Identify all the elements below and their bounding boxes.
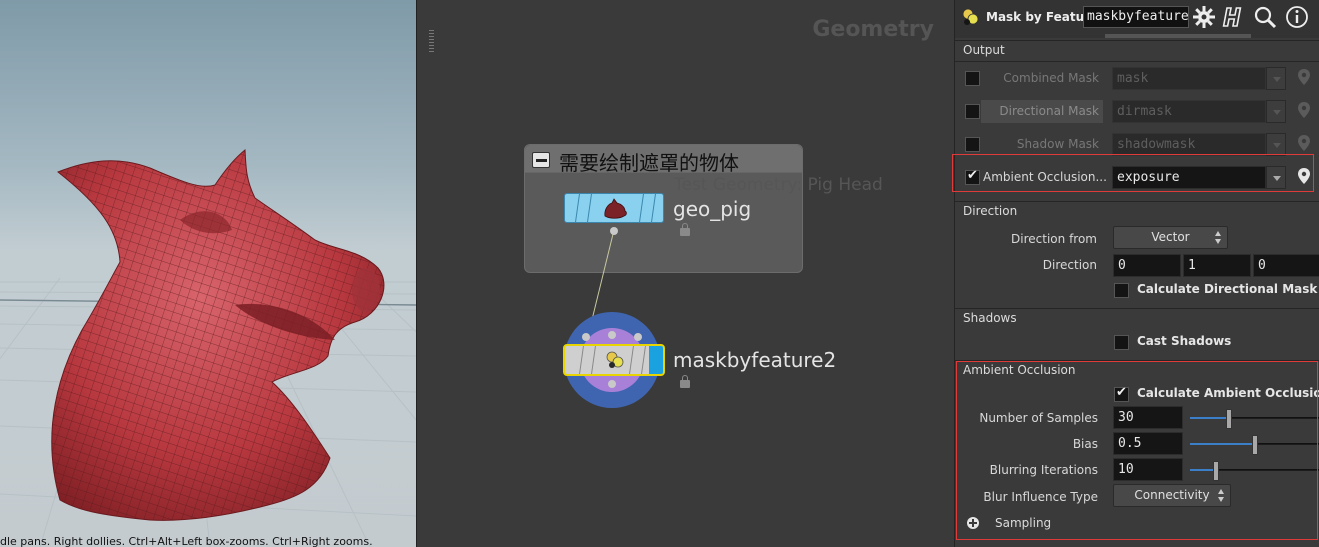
- calculate-directional-mask-label: Calculate Directional Mask: [1137, 282, 1318, 296]
- network-box-label: 需要绘制遮罩的物体: [559, 151, 739, 175]
- search-icon[interactable]: [1253, 5, 1277, 29]
- scene-viewport[interactable]: dle pans. Right dollies. Ctrl+Alt+Left b…: [0, 0, 416, 547]
- mask-feature-icon: [606, 351, 624, 368]
- direction-y-field[interactable]: 1: [1183, 254, 1251, 277]
- separator: [955, 308, 1319, 309]
- direction-from-label: Direction from: [1011, 232, 1097, 246]
- network-context-title: Geometry: [812, 17, 934, 42]
- gear-icon[interactable]: [1192, 5, 1216, 29]
- node-wire: [587, 229, 615, 337]
- direction-from-value: Vector: [1151, 230, 1190, 244]
- shadow-mask-checkbox[interactable]: [965, 137, 980, 152]
- node-maskbyfeature2[interactable]: [563, 344, 665, 376]
- input-connector-3[interactable]: [634, 333, 642, 341]
- cast-shadows-label: Cast Shadows: [1137, 334, 1232, 348]
- highlight-box-output: [952, 154, 1314, 192]
- separator: [955, 201, 1319, 202]
- direction-section-title: Direction: [963, 204, 1018, 218]
- node-geo-name[interactable]: geo_pig: [673, 197, 751, 221]
- pane-drag-handle[interactable]: [429, 30, 434, 52]
- direction-label: Direction: [1042, 258, 1097, 272]
- combined-mask-label: Combined Mask: [1003, 71, 1099, 85]
- updown-arrows-icon: [1215, 231, 1221, 244]
- node-comment: Test Geometry: Pig Head: [674, 175, 883, 195]
- location-pin-icon[interactable]: [1296, 68, 1312, 86]
- input-connector-2[interactable]: [608, 331, 616, 339]
- parameter-editor[interactable]: Mask by Feature maskbyfeature2 Output Co…: [952, 0, 1319, 547]
- pig-head-icon: [604, 198, 627, 219]
- separator: [955, 61, 1319, 62]
- pane-splitter[interactable]: [416, 0, 432, 547]
- directional-mask-label: Directional Mask: [999, 104, 1099, 118]
- input-connector-1[interactable]: [582, 333, 590, 341]
- directional-mask-dropdown[interactable]: [1266, 100, 1286, 123]
- shadow-mask-field[interactable]: shadowmask: [1112, 133, 1266, 156]
- calculate-directional-mask-checkbox[interactable]: [1114, 283, 1129, 298]
- lock-icon[interactable]: [680, 375, 690, 388]
- mask-by-feature-node-icon: [962, 8, 979, 25]
- geo-output-connector[interactable]: [610, 227, 618, 235]
- collapse-box-icon[interactable]: [532, 152, 550, 168]
- directional-mask-checkbox[interactable]: [965, 104, 980, 119]
- combined-mask-field[interactable]: mask: [1112, 67, 1266, 90]
- top-scroll-strip[interactable]: [955, 34, 1319, 38]
- parameter-toolbar: Mask by Feature maskbyfeature2: [955, 0, 1319, 34]
- location-pin-icon[interactable]: [1296, 134, 1312, 152]
- pig-head-model: [51, 149, 385, 521]
- node-type-label: Mask by Feature: [986, 10, 1099, 24]
- direction-x-field[interactable]: 0: [1113, 254, 1181, 277]
- node-name-field[interactable]: maskbyfeature2: [1083, 6, 1189, 28]
- combined-mask-checkbox[interactable]: [965, 71, 980, 86]
- shadow-mask-dropdown[interactable]: [1266, 133, 1286, 156]
- location-pin-icon[interactable]: [1296, 101, 1312, 119]
- direction-z-field[interactable]: 0: [1253, 254, 1319, 277]
- highlight-box-ambient-occlusion: [956, 361, 1318, 540]
- node-maskbyfeature2-name[interactable]: maskbyfeature2: [673, 348, 836, 372]
- shadow-mask-label: Shadow Mask: [1016, 137, 1099, 151]
- output-section-title: Output: [963, 43, 1005, 57]
- network-box-header[interactable]: 需要绘制遮罩的物体: [525, 145, 802, 175]
- direction-from-menu[interactable]: Vector: [1113, 226, 1228, 249]
- viewport-status-bar: dle pans. Right dollies. Ctrl+Alt+Left b…: [0, 535, 373, 547]
- houdini-h-icon[interactable]: [1221, 5, 1245, 29]
- shadows-section-title: Shadows: [963, 311, 1017, 325]
- node-geo-pig[interactable]: [564, 193, 664, 223]
- combined-mask-dropdown[interactable]: [1266, 67, 1286, 90]
- output-connector[interactable]: [608, 380, 616, 388]
- cast-shadows-checkbox[interactable]: [1114, 335, 1129, 350]
- directional-mask-field[interactable]: dirmask: [1112, 100, 1266, 123]
- info-icon[interactable]: [1285, 5, 1309, 29]
- network-editor[interactable]: Geometry 需要绘制遮罩的物体 Test Geometry: Pig He…: [426, 0, 954, 547]
- lock-icon[interactable]: [680, 223, 690, 236]
